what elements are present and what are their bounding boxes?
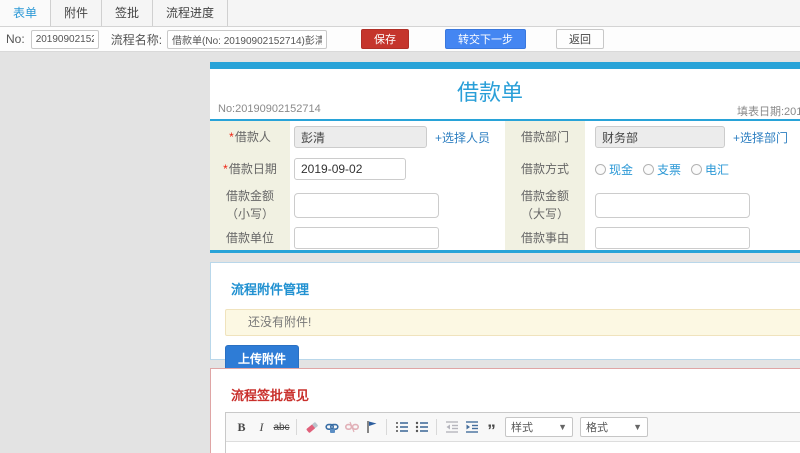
approval-section-title: 流程签批意见	[231, 388, 310, 403]
form-number: No:20190902152714	[218, 103, 321, 115]
styles-dropdown[interactable]: 样式 ▼	[505, 417, 573, 437]
link-icon[interactable]	[322, 418, 341, 437]
loan-form-grid: *借款人 +选择人员 借款部门 +选择部门 *借款日期 借款方式 现金 支票 电…	[210, 121, 800, 250]
loan-date-input[interactable]	[294, 158, 406, 180]
radio-cash[interactable]: 现金	[595, 161, 633, 178]
toolbar-separator	[296, 419, 297, 435]
chevron-down-icon: ▼	[558, 422, 567, 432]
bullet-list-icon[interactable]	[412, 418, 431, 437]
tab-process-progress[interactable]: 流程进度	[153, 0, 229, 26]
tab-approval[interactable]: 签批	[102, 0, 154, 26]
editor-content-area[interactable]	[226, 442, 800, 453]
chevron-down-icon: ▼	[633, 422, 642, 432]
select-person-link[interactable]: +选择人员	[435, 129, 490, 146]
indent-icon[interactable]	[462, 418, 481, 437]
loan-form-panel: 借款单 No:20190902152714 填表日期:2019-09-02 15…	[210, 62, 800, 253]
approval-panel: 流程签批意见 B I abc ” 样式 ▼ 格式 ▼	[210, 368, 800, 453]
next-step-button[interactable]: 转交下一步	[445, 29, 527, 49]
toolbar: No: 流程名称: 保存 转交下一步 返回	[0, 27, 800, 52]
loan-date-label: *借款日期	[210, 153, 290, 185]
amount-lowercase-label: 借款金额（小写）	[210, 185, 290, 225]
radio-wire-transfer[interactable]: 电汇	[691, 161, 729, 178]
rich-text-editor: B I abc ” 样式 ▼ 格式 ▼	[225, 412, 800, 453]
select-department-link[interactable]: +选择部门	[733, 129, 788, 146]
tab-bar: 表单 附件 签批 流程进度	[0, 0, 800, 27]
toolbar-separator	[436, 419, 437, 435]
format-dropdown[interactable]: 格式 ▼	[580, 417, 648, 437]
no-attachment-alert: 还没有附件!	[225, 309, 800, 336]
loan-reason-label: 借款事由	[505, 225, 585, 250]
attachment-panel: 流程附件管理 还没有附件! 上传附件	[210, 262, 800, 372]
loan-unit-input[interactable]	[294, 226, 439, 249]
italic-icon[interactable]: I	[252, 418, 271, 437]
borrower-input[interactable]	[294, 126, 427, 148]
bold-icon[interactable]: B	[232, 418, 251, 437]
loan-method-label: 借款方式	[505, 153, 585, 185]
borrower-label: *借款人	[210, 121, 290, 153]
loan-unit-label: 借款单位	[210, 225, 290, 250]
amount-lowercase-input[interactable]	[294, 192, 439, 218]
remove-format-icon[interactable]	[302, 418, 321, 437]
unlink-icon[interactable]	[342, 418, 361, 437]
strikethrough-icon[interactable]: abc	[272, 418, 291, 437]
panel-bottom-bar	[210, 250, 800, 253]
radio-wire-circle[interactable]	[691, 163, 703, 175]
panel-top-bar	[210, 62, 800, 69]
blockquote-icon[interactable]: ”	[482, 418, 501, 439]
tab-form[interactable]: 表单	[0, 0, 52, 26]
numbered-list-icon[interactable]	[392, 418, 411, 437]
attachment-section-title: 流程附件管理	[231, 282, 310, 297]
tab-attachment[interactable]: 附件	[51, 0, 103, 26]
back-button[interactable]: 返回	[556, 29, 605, 49]
process-name-label: 流程名称:	[110, 32, 163, 47]
save-button[interactable]: 保存	[361, 29, 410, 49]
loan-reason-input[interactable]	[595, 226, 750, 249]
no-label: No:	[6, 32, 25, 46]
no-input[interactable]	[30, 29, 99, 49]
editor-toolbar: B I abc ” 样式 ▼ 格式 ▼	[226, 413, 800, 442]
radio-cheque-circle[interactable]	[643, 163, 655, 175]
amount-uppercase-label: 借款金额（大写）	[505, 185, 585, 225]
form-fill-date: 填表日期:2019-09-02 15:27:1	[737, 106, 800, 118]
anchor-flag-icon[interactable]	[362, 418, 381, 437]
process-name-input[interactable]	[167, 29, 328, 49]
outdent-icon[interactable]	[442, 418, 461, 437]
department-input[interactable]	[595, 126, 725, 148]
toolbar-separator	[386, 419, 387, 435]
content-area: 借款单 No:20190902152714 填表日期:2019-09-02 15…	[0, 52, 800, 453]
department-label: 借款部门	[505, 121, 585, 153]
amount-uppercase-input[interactable]	[595, 192, 750, 218]
radio-cheque[interactable]: 支票	[643, 161, 681, 178]
radio-cash-circle[interactable]	[595, 163, 606, 175]
